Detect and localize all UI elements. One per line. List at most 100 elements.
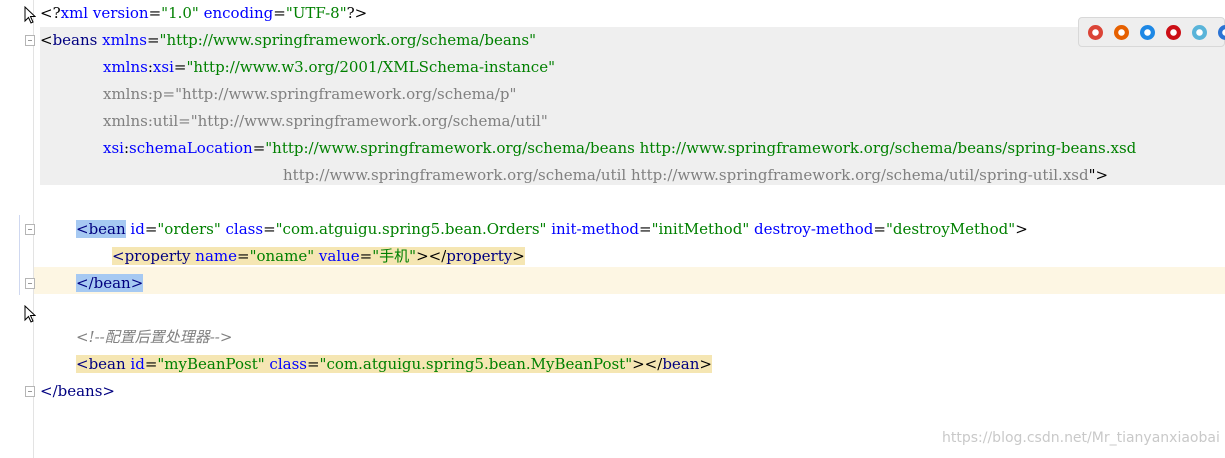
edge-icon[interactable]: [1218, 25, 1225, 40]
code-line-text: <!--配置后置处理器-->: [76, 324, 232, 351]
code-line-text: xsi:schemaLocation="http://www.springfra…: [103, 135, 1136, 162]
code-line[interactable]: [0, 297, 1225, 324]
code-token: "UTF-8": [285, 4, 347, 22]
code-token: beans: [52, 31, 98, 49]
code-token: =: [173, 58, 187, 76]
safari-icon[interactable]: [1140, 25, 1155, 40]
watermark: https://blog.csdn.net/Mr_tianyanxiaobai: [942, 430, 1220, 446]
code-line-text: <property name="oname" value="手机"></prop…: [112, 243, 525, 270]
code-token: =: [146, 31, 160, 49]
code-token: =: [263, 220, 276, 238]
change-marker: [19, 215, 20, 295]
code-token: "orders": [157, 220, 221, 238]
code-token: xsi: [103, 139, 124, 157]
code-token: =: [273, 4, 286, 22]
code-token: "com.atguigu.spring5.bean.Orders": [275, 220, 547, 238]
code-token: encoding: [198, 4, 274, 22]
code-token: </beans>: [40, 382, 115, 400]
code-token: ?>: [346, 4, 368, 22]
code-token: class: [264, 355, 307, 373]
code-line[interactable]: <bean id="myBeanPost" class="com.atguigu…: [0, 351, 1225, 378]
code-line-text: <?xml version="1.0" encoding="UTF-8"?>: [40, 0, 367, 27]
code-token: init-method: [546, 220, 639, 238]
code-line-text: <bean id="orders" class="com.atguigu.spr…: [76, 216, 1028, 243]
mouse-pointer-icon: [24, 305, 36, 323]
code-line[interactable]: [0, 189, 1225, 216]
code-line-text: <beans xmlns="http://www.springframework…: [40, 27, 536, 54]
code-token: xmlns: [97, 31, 147, 49]
code-token: =: [873, 220, 886, 238]
code-token: "1.0": [161, 4, 199, 22]
code-line[interactable]: xsi:schemaLocation="http://www.springfra…: [0, 135, 1225, 162]
code-token: schemaLocation: [129, 139, 253, 157]
code-token: http://www.springframework.org/schema/ut…: [283, 166, 1089, 184]
code-token: destroy-method: [749, 220, 874, 238]
code-token: "http://www.springframework.org/schema/b…: [159, 31, 537, 49]
code-token: =: [306, 355, 320, 373]
code-token: <!--配置后置处理器-->: [76, 328, 233, 346]
fold-marker[interactable]: [25, 35, 35, 46]
code-token: value: [314, 247, 360, 265]
code-line[interactable]: </bean>: [0, 270, 1225, 297]
code-token: =: [359, 247, 373, 265]
code-token: <property: [112, 247, 191, 265]
code-token: </bean>: [76, 274, 144, 292]
code-token: <?: [40, 4, 61, 22]
code-token: <bean: [76, 355, 126, 373]
code-token: xml version: [60, 4, 149, 22]
code-token: =: [237, 247, 250, 265]
code-token: xmlns:p="http://www.springframework.org/…: [103, 85, 517, 103]
code-line[interactable]: <?xml version="1.0" encoding="UTF-8"?>: [0, 0, 1225, 27]
code-line-text: xmlns:xsi="http://www.w3.org/2001/XMLSch…: [103, 54, 555, 81]
code-token: >: [699, 355, 712, 373]
code-token: id: [125, 220, 145, 238]
code-token: <bean: [76, 220, 126, 238]
code-token: =: [639, 220, 652, 238]
code-token: "initMethod": [651, 220, 750, 238]
code-token: =: [144, 220, 158, 238]
code-token: ></: [632, 355, 663, 373]
code-line[interactable]: http://www.springframework.org/schema/ut…: [0, 162, 1225, 189]
code-token: ></: [416, 247, 447, 265]
code-token: "http://www.w3.org/2001/XMLSchema-instan…: [186, 58, 555, 76]
code-line[interactable]: </beans>: [0, 378, 1225, 405]
opera-icon[interactable]: [1166, 25, 1181, 40]
code-line[interactable]: xmlns:util="http://www.springframework.o…: [0, 108, 1225, 135]
code-line-text: </beans>: [40, 378, 115, 405]
code-line-text: xmlns:util="http://www.springframework.o…: [103, 108, 548, 135]
fold-marker[interactable]: [25, 278, 35, 289]
code-token: =: [144, 355, 158, 373]
code-token: name: [190, 247, 238, 265]
code-line-text: <bean id="myBeanPost" class="com.atguigu…: [76, 351, 712, 378]
code-token: "com.atguigu.spring5.bean.MyBeanPost": [319, 355, 633, 373]
code-line-text: http://www.springframework.org/schema/ut…: [283, 162, 1108, 189]
code-token: id: [125, 355, 145, 373]
code-line[interactable]: <property name="oname" value="手机"></prop…: [0, 243, 1225, 270]
code-line-text: xmlns:p="http://www.springframework.org/…: [103, 81, 516, 108]
code-token: xmlns: [103, 58, 148, 76]
code-token: "destroyMethod": [885, 220, 1016, 238]
code-line[interactable]: <beans xmlns="http://www.springframework…: [0, 27, 1225, 54]
code-token: =: [252, 139, 266, 157]
code-token: class: [220, 220, 264, 238]
ie-icon[interactable]: [1192, 25, 1207, 40]
code-token: >: [1015, 220, 1028, 238]
chrome-icon[interactable]: [1088, 25, 1103, 40]
code-line-text: </bean>: [76, 270, 144, 297]
code-token: <: [40, 31, 53, 49]
code-token: xmlns:util="http://www.springframework.o…: [103, 112, 548, 130]
code-token: ">: [1088, 166, 1109, 184]
code-line[interactable]: xmlns:p="http://www.springframework.org/…: [0, 81, 1225, 108]
code-token: >: [512, 247, 525, 265]
code-token: =: [148, 4, 162, 22]
code-line[interactable]: <bean id="orders" class="com.atguigu.spr…: [0, 216, 1225, 243]
firefox-icon[interactable]: [1114, 25, 1129, 40]
code-token: property: [446, 247, 513, 265]
code-token: "http://www.springframework.org/schema/b…: [265, 139, 1137, 157]
fold-marker[interactable]: [25, 224, 35, 235]
mouse-pointer-icon: [24, 6, 36, 24]
code-line[interactable]: <!--配置后置处理器-->: [0, 324, 1225, 351]
code-token: "myBeanPost": [157, 355, 265, 373]
fold-marker[interactable]: [25, 386, 35, 397]
code-line[interactable]: xmlns:xsi="http://www.w3.org/2001/XMLSch…: [0, 54, 1225, 81]
